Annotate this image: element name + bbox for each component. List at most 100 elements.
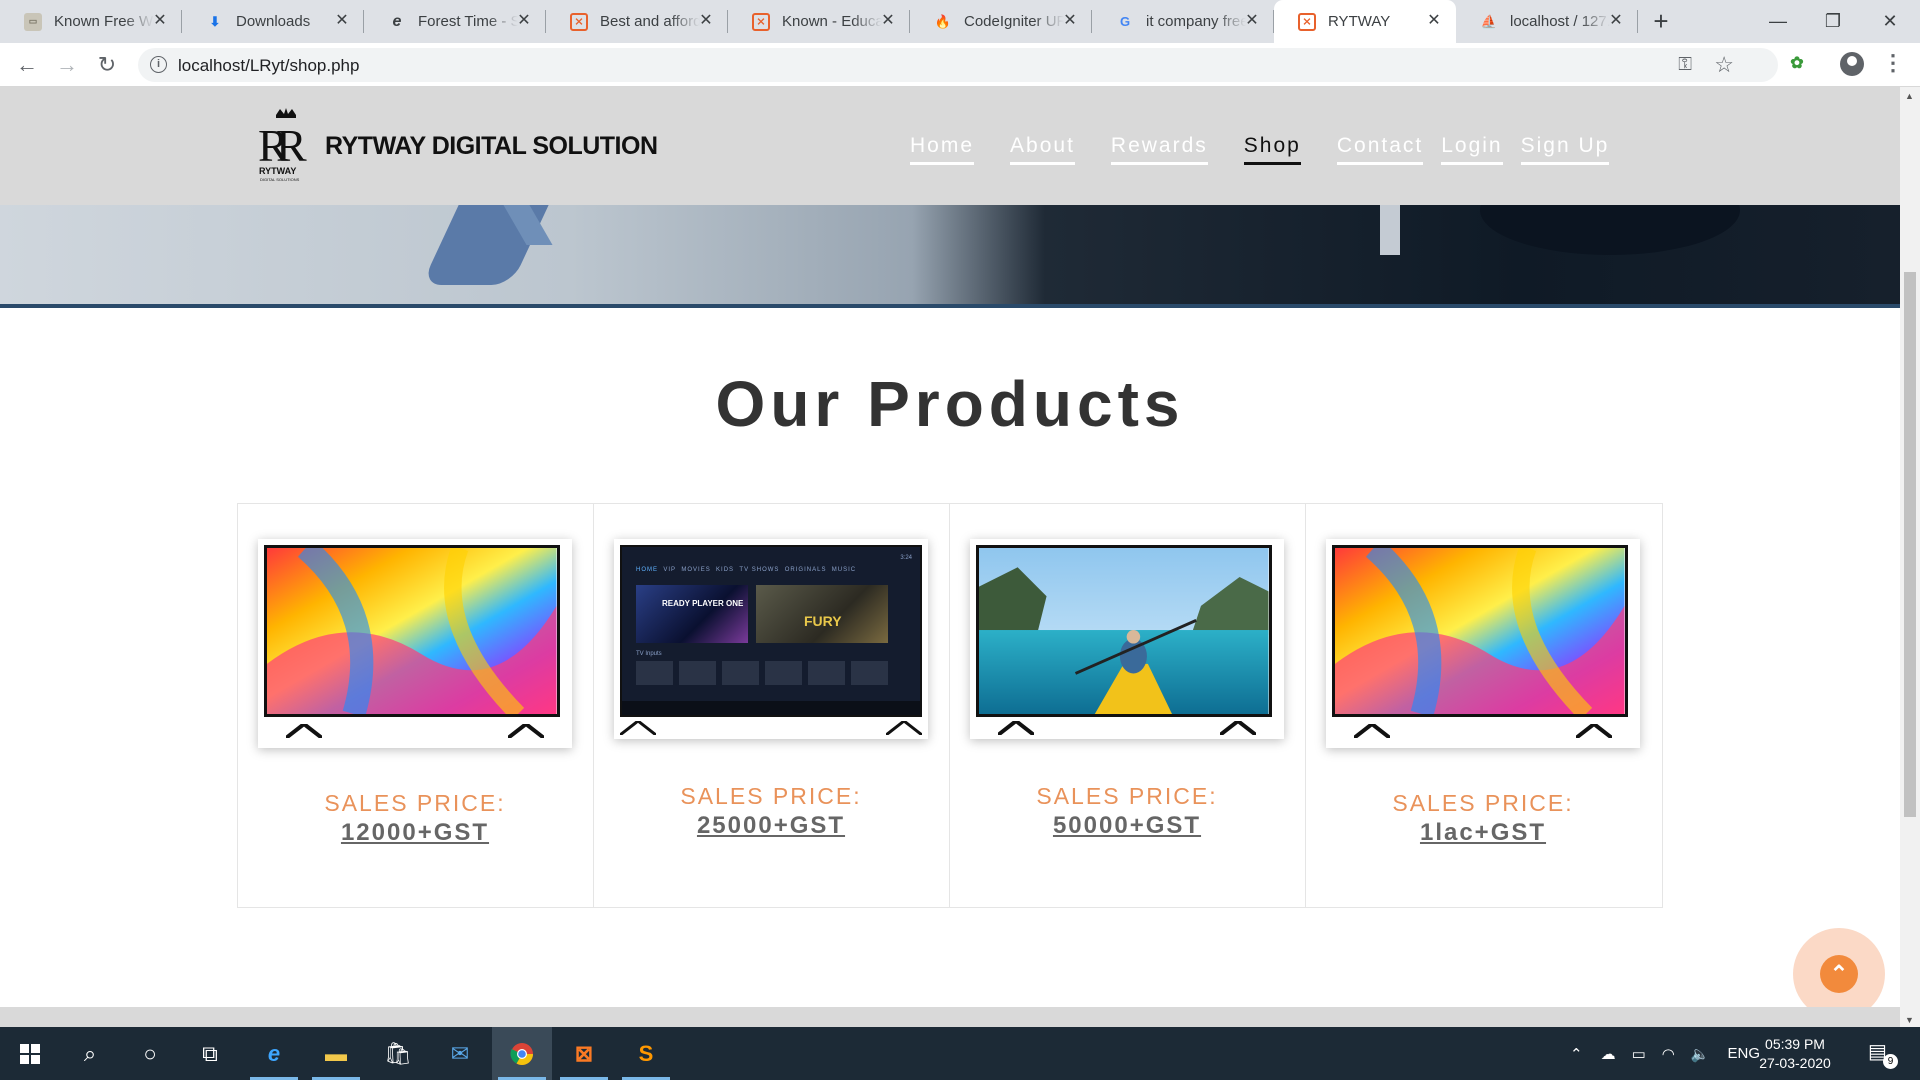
mail-icon[interactable]: ✉ (430, 1027, 490, 1080)
page-scrollbar[interactable]: ▲ ▼ (1900, 87, 1920, 1027)
close-tab-icon[interactable]: ✕ (1242, 11, 1262, 31)
chevron-up-icon[interactable]: ⌃ (1570, 1045, 1583, 1063)
browser-tab-active[interactable]: ⨯ RYTWAY ✕ (1274, 0, 1456, 43)
close-tab-icon[interactable]: ✕ (878, 11, 898, 31)
product-card[interactable]: SALES PRICE: 1lac+GST (1306, 504, 1662, 907)
key-icon[interactable]: ⚿ (1678, 54, 1692, 75)
product-card[interactable]: SALES PRICE: 50000+GST (950, 504, 1306, 907)
browser-tab-strip: ▭ Known Free Web Templates ✕ ⬇ Downloads… (0, 0, 1920, 43)
tab-title: localhost / 127.0.0.1 (1510, 13, 1610, 30)
tab-title: Best and affordable (600, 13, 700, 30)
close-tab-icon[interactable]: ✕ (696, 11, 716, 31)
search-icon[interactable]: ⌕ (60, 1027, 120, 1080)
svg-text:RYTWAY: RYTWAY (259, 166, 296, 176)
profile-avatar-icon[interactable] (1840, 52, 1864, 76)
xampp-icon: ⨯ (570, 12, 588, 31)
tab-title: Downloads (236, 13, 311, 30)
scroll-up-icon[interactable]: ▲ (1905, 91, 1914, 101)
nav-login[interactable]: Login (1441, 134, 1503, 165)
volume-icon[interactable]: 🔈 (1691, 1045, 1710, 1063)
extension-icon[interactable]: ✿ (1784, 51, 1810, 77)
hero-banner-image (0, 205, 1900, 308)
nav-about[interactable]: About (1010, 134, 1075, 165)
browser-tab[interactable]: e Forest Time - Sublime ✕ (364, 0, 546, 43)
system-tray: ⌃ ☁ ▭ ◠ 🔈 ENG (1570, 1027, 1760, 1080)
tv-product-image[interactable]: HOME VIP MOVIES KIDS TV SHOWS ORIGINALS … (614, 539, 928, 739)
nav-signup[interactable]: Sign Up (1520, 134, 1610, 165)
tv-product-image[interactable] (970, 539, 1284, 739)
onedrive-icon[interactable]: ☁ (1601, 1045, 1616, 1063)
xampp-icon: ⨯ (1298, 12, 1316, 31)
clock[interactable]: 05:39 PM 27-03-2020 (1750, 1035, 1840, 1073)
tv-product-image[interactable] (258, 539, 572, 748)
rytway-logo[interactable]: R R RYTWAY DIGITAL SOLUTIONS (254, 107, 318, 185)
notification-icon[interactable]: ▤ 9 (1868, 1039, 1898, 1069)
tab-title: Forest Time - Sublime (418, 13, 518, 30)
site-info-icon[interactable]: i (150, 56, 167, 73)
file-explorer-icon[interactable]: ▬ (306, 1027, 366, 1080)
address-bar-row: ← → ↻ i localhost/LRyt/shop.php ⚿ ☆ (0, 43, 1920, 87)
sublime-text-icon[interactable]: S (616, 1027, 676, 1080)
nav-contact[interactable]: Contact (1336, 134, 1424, 165)
browser-tab[interactable]: ⨯ Best and affordable ✕ (546, 0, 728, 43)
nav-home[interactable]: Home (910, 134, 975, 165)
cortana-icon[interactable]: ○ (120, 1027, 180, 1080)
close-tab-icon[interactable]: ✕ (1424, 11, 1444, 31)
forward-arrow-icon[interactable]: → (52, 50, 82, 80)
browser-tab[interactable]: 🔥 CodeIgniter URL ✕ (910, 0, 1092, 43)
scrollbar-thumb[interactable] (1904, 272, 1916, 817)
close-tab-icon[interactable]: ✕ (1060, 11, 1080, 31)
footer-edge (0, 1007, 1900, 1027)
back-arrow-icon[interactable]: ← (12, 50, 42, 80)
bookmark-star-icon[interactable]: ☆ (1714, 52, 1734, 78)
battery-icon[interactable]: ▭ (1632, 1045, 1646, 1063)
reload-icon[interactable]: ↻ (92, 50, 122, 80)
svg-text:DIGITAL SOLUTIONS: DIGITAL SOLUTIONS (260, 177, 300, 182)
price-value[interactable]: 12000+GST (238, 819, 592, 847)
product-grid: SALES PRICE: 12000+GST HOME VIP MOVIES K… (237, 503, 1663, 908)
browser-tab[interactable]: G it company free ✕ (1092, 0, 1274, 43)
omnibox[interactable]: i localhost/LRyt/shop.php ⚿ ☆ (138, 48, 1778, 82)
main-nav: Home About Rewards Shop Contact Login Si… (910, 134, 1645, 165)
url-text[interactable]: localhost/LRyt/shop.php (178, 56, 359, 76)
new-tab-button[interactable]: + (1638, 0, 1684, 43)
browser-tab[interactable]: ⨯ Known - Education ✕ (728, 0, 910, 43)
minimize-icon[interactable]: — (1748, 0, 1808, 43)
price-value[interactable]: 25000+GST (594, 812, 948, 840)
tab-title: Known - Education (782, 13, 882, 30)
windows-start-icon[interactable] (0, 1027, 60, 1080)
close-tab-icon[interactable]: ✕ (1606, 11, 1626, 31)
restore-icon[interactable]: ❐ (1803, 0, 1863, 43)
price-value[interactable]: 1lac+GST (1306, 819, 1660, 847)
close-tab-icon[interactable]: ✕ (514, 11, 534, 31)
download-icon: ⬇ (209, 13, 221, 29)
tv-product-image[interactable] (1326, 539, 1640, 748)
scroll-down-icon[interactable]: ▼ (1905, 1015, 1914, 1025)
edge-browser-icon[interactable]: e (244, 1027, 304, 1080)
brand-name[interactable]: RYTWAY DIGITAL SOLUTION (325, 132, 658, 161)
chrome-icon[interactable] (492, 1027, 552, 1080)
close-tab-icon[interactable]: ✕ (150, 11, 170, 31)
wifi-icon[interactable]: ◠ (1662, 1045, 1675, 1063)
store-icon[interactable]: 🛍 (368, 1027, 428, 1080)
browser-tab[interactable]: ▭ Known Free Web Templates ✕ (0, 0, 182, 43)
codeigniter-icon: 🔥 (934, 13, 952, 29)
close-tab-icon[interactable]: ✕ (332, 11, 352, 31)
nav-rewards[interactable]: Rewards (1110, 134, 1208, 165)
price-label: SALES PRICE: (1036, 783, 1218, 809)
close-window-icon[interactable]: ✕ (1860, 0, 1920, 43)
chrome-menu-icon[interactable]: ⋮ (1882, 50, 1904, 76)
chevron-up-icon: ⌃ (1820, 955, 1858, 993)
clock-time: 05:39 PM (1765, 1036, 1825, 1052)
task-view-icon[interactable]: ⧉ (180, 1027, 240, 1080)
product-card[interactable]: HOME VIP MOVIES KIDS TV SHOWS ORIGINALS … (594, 504, 950, 907)
xampp-app-icon[interactable]: ⊠ (554, 1027, 614, 1080)
nav-shop[interactable]: Shop (1243, 134, 1301, 165)
smart-tv-ui: HOME VIP MOVIES KIDS TV SHOWS ORIGINALS … (620, 545, 922, 717)
page-title: Our Products (715, 368, 1185, 440)
browser-tab[interactable]: ⬇ Downloads ✕ (182, 0, 364, 43)
product-card[interactable]: SALES PRICE: 12000+GST (238, 504, 594, 907)
browser-tab[interactable]: ⛵ localhost / 127.0.0.1 ✕ (1456, 0, 1638, 43)
page-viewport: R R RYTWAY DIGITAL SOLUTIONS RYTWAY DIGI… (0, 87, 1900, 1027)
price-value[interactable]: 50000+GST (950, 812, 1304, 840)
